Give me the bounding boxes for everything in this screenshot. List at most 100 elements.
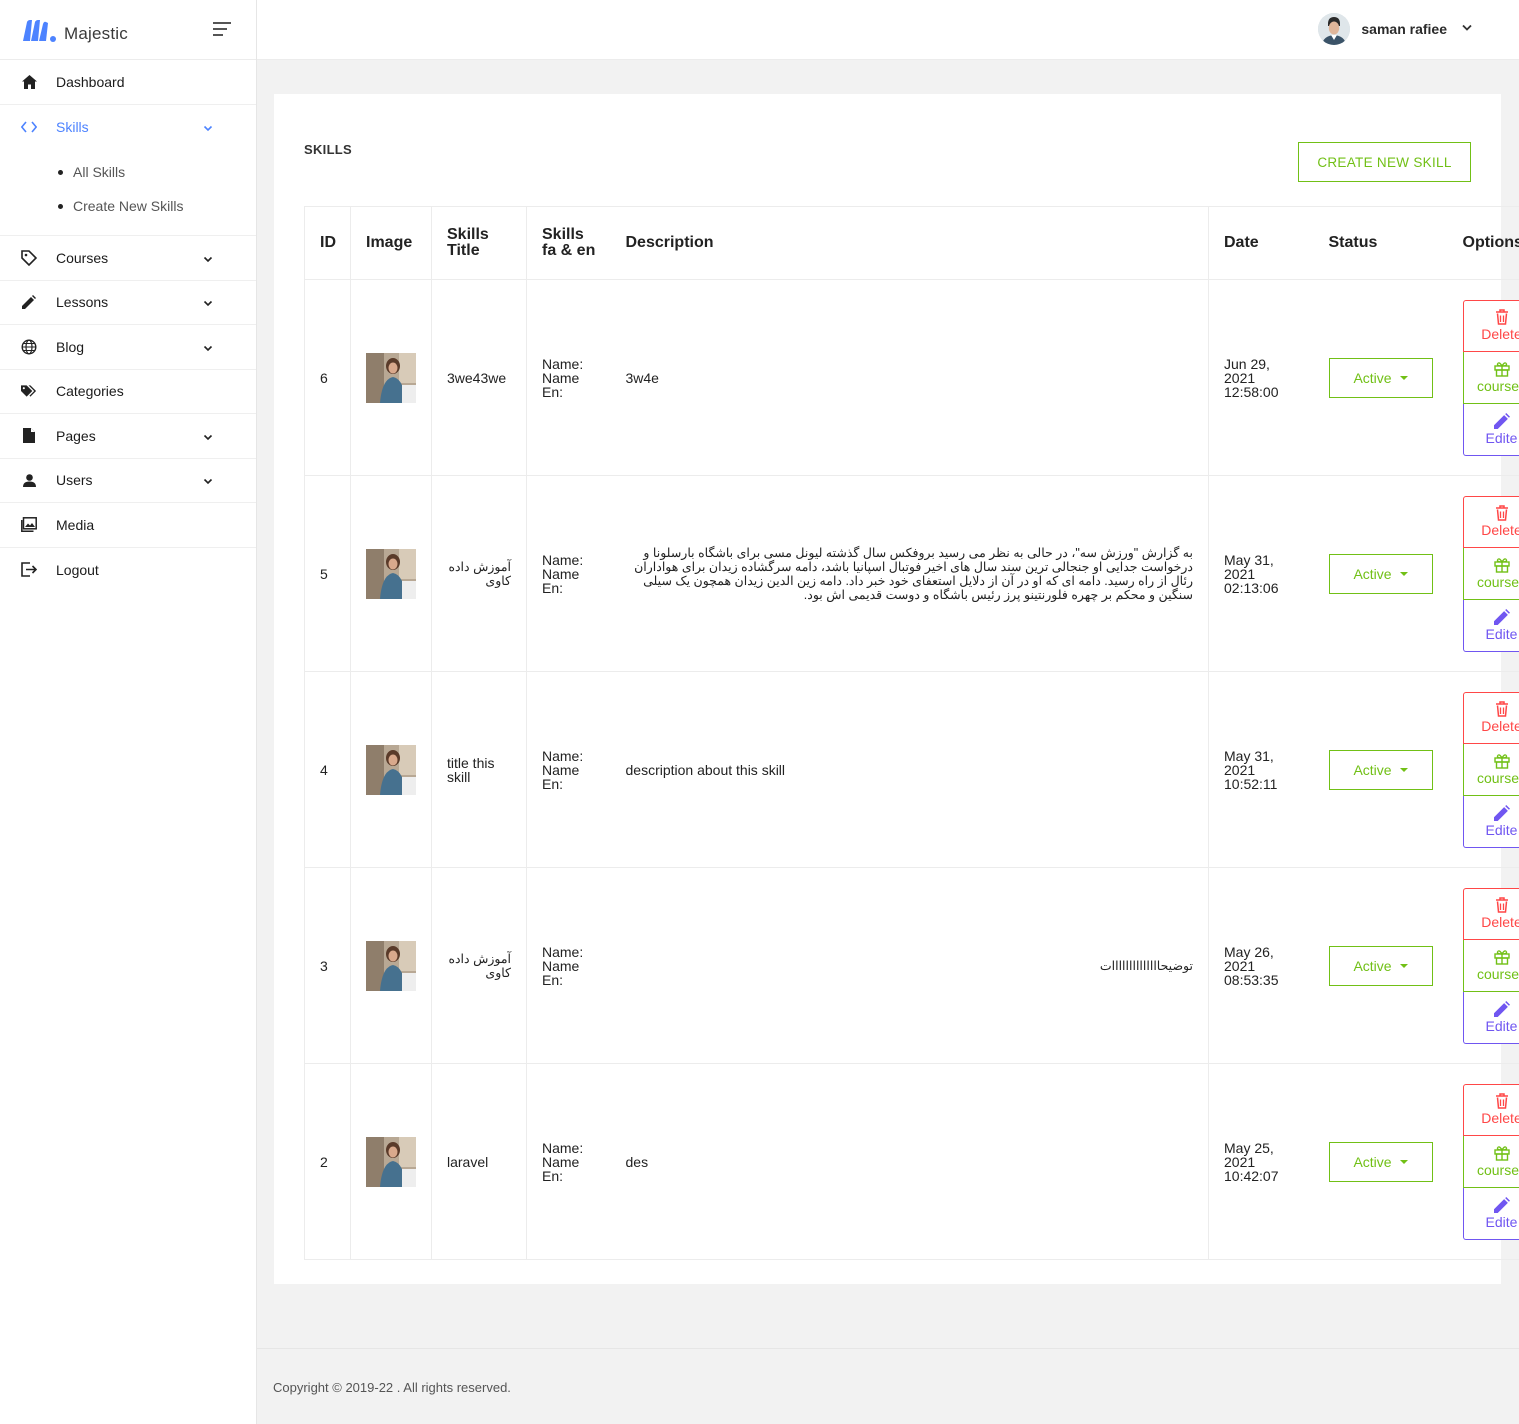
cell-options: Delete courses Edite [1447, 1063, 1519, 1260]
edit-button[interactable]: Edite [1462, 795, 1519, 848]
edit-label: Edite [1485, 821, 1518, 838]
status-dropdown[interactable]: Active [1328, 553, 1433, 594]
user-name: saman rafiee [1361, 21, 1447, 37]
cell-id: 4 [304, 671, 351, 868]
brand: Majestic [0, 0, 256, 60]
majestic-logo[interactable] [22, 17, 58, 43]
sidebar-item-media[interactable]: Media [0, 503, 256, 548]
delete-button[interactable]: Delete [1462, 691, 1519, 744]
edit-button[interactable]: Edite [1462, 1187, 1519, 1240]
skill-thumbnail [366, 548, 416, 599]
image-icon [21, 517, 37, 533]
skill-thumbnail [366, 744, 416, 795]
date-part: 02:13:06 [1224, 579, 1279, 596]
cell-lang: Name: Name En: [526, 475, 611, 672]
sidebar-item-skills[interactable]: Skills [0, 105, 256, 150]
cell-lang: Name: Name En: [526, 279, 611, 476]
sidebar-subitem-create-new-skills[interactable]: Create New Skills [0, 189, 256, 223]
code-icon [21, 119, 37, 135]
create-new-skill-button[interactable]: CREATE NEW SKILL [1298, 142, 1471, 182]
skills-card: SKILLS CREATE NEW SKILL ID Image Skills T… [274, 94, 1519, 1284]
sidebar-item-pages[interactable]: Pages [0, 414, 256, 459]
status-dropdown[interactable]: Active [1328, 945, 1433, 986]
status-dropdown[interactable]: Active [1328, 1141, 1433, 1182]
skill-description: به گزارش "ورزش سه"، در حالی به نظر می رس… [634, 545, 1193, 602]
user-menu[interactable]: saman rafiee [1318, 13, 1473, 45]
cell-date: May 26, 2021 08:53:35 [1208, 867, 1314, 1064]
table-header-row: ID Image Skills Title Skills fa & en Descr… [304, 206, 1519, 280]
sidebar-item-users[interactable]: Users [0, 459, 256, 503]
page-title: SKILLS [304, 142, 353, 157]
pencil-icon [1493, 1196, 1510, 1213]
courses-button[interactable]: courses [1462, 1135, 1519, 1188]
skill-description: description about this skill [625, 761, 786, 778]
status-label: Active [1353, 565, 1392, 582]
status-label: Active [1353, 369, 1392, 386]
gift-icon [1493, 753, 1510, 769]
sidebar-item-categories[interactable]: Categories [0, 370, 256, 414]
caret-down-icon [1399, 963, 1408, 968]
sidebar-item-logout[interactable]: Logout [0, 548, 256, 593]
chevron-down-icon [202, 252, 214, 264]
sidebar: Majestic Dashboard Skills All Skills Cre… [0, 0, 257, 1424]
courses-button[interactable]: courses [1462, 547, 1519, 600]
header-skills-title: Skills Title [431, 206, 527, 280]
user-icon [21, 472, 37, 488]
skill-description: توضیحاااااااااااااات [1099, 958, 1193, 973]
caret-down-icon [1399, 375, 1408, 380]
edit-label: Edite [1485, 1213, 1518, 1230]
cell-options: Delete courses Edite [1447, 475, 1519, 672]
edit-label: Edite [1485, 1017, 1518, 1034]
bullet-icon [58, 169, 63, 175]
status-dropdown[interactable]: Active [1328, 357, 1433, 398]
edit-button[interactable]: Edite [1462, 991, 1519, 1044]
sidebar-item-lessons[interactable]: Lessons [0, 281, 256, 325]
caret-down-icon [1399, 571, 1408, 576]
courses-button[interactable]: courses [1462, 351, 1519, 404]
delete-label: Delete [1481, 718, 1519, 734]
sidebar-subitem-all-skills[interactable]: All Skills [0, 155, 256, 189]
trash-icon [1495, 505, 1508, 521]
header-text: fa & en [542, 242, 596, 259]
sidebar-item-label: Categories [56, 383, 124, 400]
skill-date: May 31, 2021 10:52:11 [1224, 749, 1299, 791]
chevron-down-icon [202, 430, 214, 442]
skills-table: ID Image Skills Title Skills fa & en Descr… [304, 206, 1519, 1260]
edit-button[interactable]: Edite [1462, 599, 1519, 652]
sidebar-item-courses[interactable]: Courses [0, 236, 256, 281]
brand-name: Majestic [64, 23, 128, 43]
sidebar-item-label: Blog [56, 338, 85, 355]
topbar: saman rafiee [257, 0, 1519, 60]
courses-button[interactable]: courses [1462, 743, 1519, 796]
cell-id: 3 [304, 867, 351, 1064]
sidebar-item-blog[interactable]: Blog [0, 325, 256, 370]
cell-title: laravel [431, 1063, 527, 1260]
menu-toggle-icon[interactable] [213, 22, 231, 36]
pencil-icon [1493, 608, 1510, 625]
delete-button[interactable]: Delete [1462, 1083, 1519, 1136]
cell-date: May 31, 2021 10:52:11 [1208, 671, 1314, 868]
skill-description: 3w4e [625, 369, 659, 386]
date-part: 08:53:35 [1224, 971, 1279, 988]
skill-date: May 25, 2021 10:42:07 [1224, 1141, 1299, 1183]
sidebar-item-label: Skills [56, 118, 89, 135]
file-icon [21, 428, 37, 444]
status-label: Active [1353, 761, 1392, 778]
sidebar-item-dashboard[interactable]: Dashboard [0, 60, 256, 105]
edit-button[interactable]: Edite [1462, 403, 1519, 456]
courses-button[interactable]: courses [1462, 939, 1519, 992]
pencil-icon [1493, 1000, 1510, 1017]
cell-id: 5 [304, 475, 351, 672]
header-id: ID [304, 206, 351, 280]
delete-button[interactable]: Delete [1462, 887, 1519, 940]
delete-button[interactable]: Delete [1462, 495, 1519, 548]
status-dropdown[interactable]: Active [1328, 749, 1433, 790]
name-en-label: En: [542, 1167, 564, 1184]
cell-title: آموزش داده کاوی [431, 867, 527, 1064]
name-en-label: En: [542, 383, 564, 400]
delete-label: Delete [1481, 522, 1519, 538]
gift-icon [1493, 949, 1510, 965]
name-en-label: En: [542, 579, 564, 596]
header-description: Description [610, 206, 1209, 280]
delete-button[interactable]: Delete [1462, 299, 1519, 352]
